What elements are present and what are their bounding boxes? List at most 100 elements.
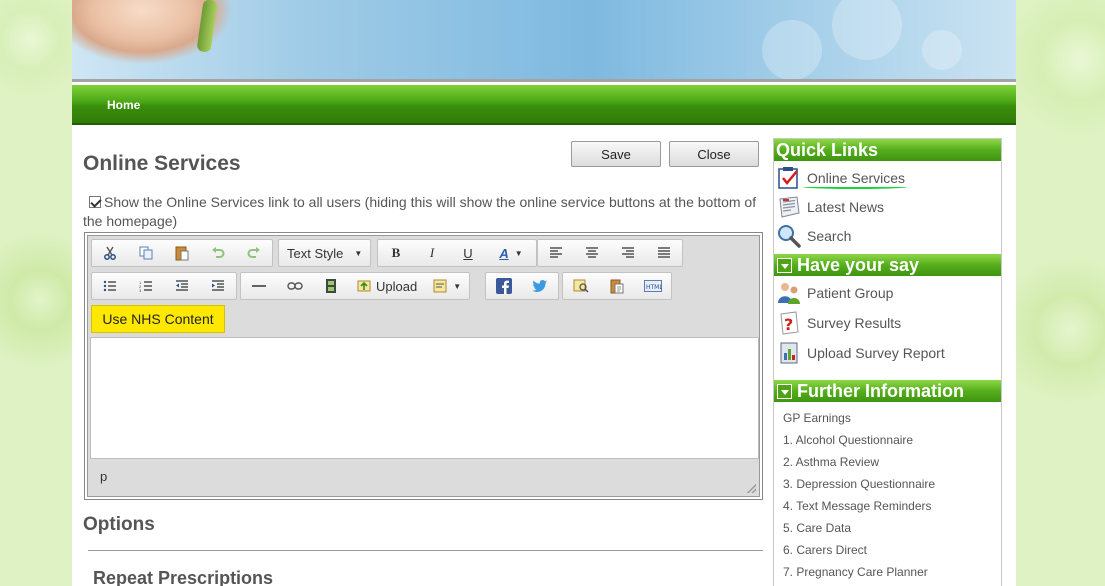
paste-from-word-button[interactable]: [599, 273, 635, 299]
banner-photo: [72, 0, 242, 70]
further-info-link[interactable]: 2. Asthma Review: [783, 455, 879, 469]
further-info-link[interactable]: GP Earnings: [783, 411, 851, 425]
html-source-button[interactable]: HTML: [635, 273, 671, 299]
clipboard-group: [91, 239, 273, 267]
further-info-link[interactable]: 7. Pregnancy Care Planner: [783, 565, 928, 579]
editor-content-area[interactable]: [90, 337, 759, 459]
bold-button[interactable]: B: [378, 240, 414, 266]
facebook-button[interactable]: [486, 273, 522, 299]
upload-button[interactable]: Upload: [349, 273, 425, 299]
redo-icon: [247, 247, 260, 258]
scissors-icon: [104, 246, 116, 260]
newspaper-icon: [777, 195, 801, 219]
paste-button[interactable]: [164, 240, 200, 266]
align-left-icon: [550, 247, 562, 258]
upload-image-icon: [357, 280, 371, 292]
tools-group: HTML: [562, 272, 672, 300]
main-nav-bar: Home: [72, 85, 1016, 125]
further-info-link[interactable]: 5. Care Data: [783, 521, 851, 535]
underline-button[interactable]: U: [450, 240, 486, 266]
font-color-dropdown[interactable]: A: [486, 240, 536, 266]
copy-button[interactable]: [128, 240, 164, 266]
page-title: Online Services: [83, 152, 241, 175]
twitter-button[interactable]: [522, 273, 558, 299]
use-nhs-content-button[interactable]: Use NHS Content: [91, 305, 225, 333]
numbered-list-icon: 123: [139, 280, 152, 292]
redo-button[interactable]: [236, 240, 272, 266]
italic-button[interactable]: I: [414, 240, 450, 266]
quick-links-header: Quick Links: [774, 139, 1001, 161]
text-style-group: Text Style: [278, 239, 372, 267]
nav-home-link[interactable]: Home: [107, 98, 140, 112]
align-center-button[interactable]: [574, 240, 610, 266]
outdent-icon: [176, 280, 188, 291]
html-icon: HTML: [644, 280, 662, 292]
insert-video-button[interactable]: [313, 273, 349, 299]
show-link-label: Show the Online Services link to all use…: [83, 194, 757, 229]
align-justify-icon: [658, 247, 670, 258]
checklist-icon: [777, 166, 801, 190]
rich-text-editor: Text Style B I U A: [84, 232, 763, 500]
align-left-button[interactable]: [538, 240, 574, 266]
undo-button[interactable]: [200, 240, 236, 266]
indent-icon: [212, 280, 224, 291]
align-justify-button[interactable]: [646, 240, 682, 266]
further-info-link[interactable]: 3. Depression Questionnaire: [783, 477, 935, 491]
question-icon: ?: [777, 311, 801, 335]
sidebar-item-upload-survey-report[interactable]: Upload Survey Report: [777, 340, 945, 366]
people-icon: [777, 281, 801, 305]
find-replace-button[interactable]: [563, 273, 599, 299]
editor-resize-handle[interactable]: [747, 484, 756, 493]
further-info-link[interactable]: 4. Text Message Reminders: [783, 499, 932, 513]
align-right-icon: [622, 247, 634, 258]
repeat-prescriptions-heading: Repeat Prescriptions: [93, 568, 274, 586]
link-icon: [287, 282, 303, 290]
link-button[interactable]: [277, 273, 313, 299]
sidebar-item-patient-group[interactable]: Patient Group: [777, 280, 893, 306]
further-information-header[interactable]: Further Information: [774, 380, 1001, 402]
bulleted-list-button[interactable]: [92, 273, 128, 299]
page-container: Home Online Services Save Close Show the…: [72, 0, 1016, 586]
template-icon: [433, 279, 447, 293]
header-banner: [72, 0, 1016, 82]
formatting-group: B I U A: [377, 239, 537, 267]
film-icon: [326, 279, 336, 293]
alignment-group: [537, 239, 683, 267]
outdent-button[interactable]: [164, 273, 200, 299]
insert-group: Upload: [240, 272, 471, 300]
close-button[interactable]: Close: [669, 141, 759, 167]
options-heading: Options: [83, 514, 155, 535]
further-info-link[interactable]: 1. Alcohol Questionnaire: [783, 433, 913, 447]
sidebar-item-survey-results[interactable]: ? Survey Results: [777, 310, 901, 336]
cut-button[interactable]: [92, 240, 128, 266]
have-your-say-header[interactable]: Have your say: [774, 254, 1001, 276]
horizontal-rule-button[interactable]: [241, 273, 277, 299]
editor-element-path[interactable]: p: [100, 469, 107, 484]
sidebar-item-latest-news[interactable]: Latest News: [777, 194, 884, 220]
insert-template-dropdown[interactable]: [425, 273, 469, 299]
report-icon: [777, 341, 801, 365]
show-link-checkbox[interactable]: [89, 196, 101, 208]
facebook-icon: [496, 278, 512, 294]
list-group: 123: [91, 272, 237, 300]
social-group: [485, 272, 559, 300]
numbered-list-button[interactable]: 123: [128, 273, 164, 299]
align-right-button[interactable]: [610, 240, 646, 266]
show-link-option: Show the Online Services link to all use…: [83, 193, 763, 231]
copy-icon: [139, 246, 153, 260]
text-style-dropdown[interactable]: Text Style: [279, 240, 370, 266]
collapse-toggle-icon[interactable]: [777, 383, 792, 399]
svg-text:?: ?: [784, 315, 793, 334]
indent-button[interactable]: [200, 273, 236, 299]
sidebar-item-search[interactable]: Search: [777, 223, 851, 249]
paste-icon: [175, 246, 189, 261]
section-divider: [88, 550, 763, 551]
horizontal-rule-icon: [252, 285, 266, 287]
collapse-toggle-icon[interactable]: [777, 257, 792, 273]
paste-word-icon: [610, 279, 624, 294]
save-button[interactable]: Save: [571, 141, 661, 167]
sidebar: Quick Links Online Services Latest News …: [773, 138, 1002, 586]
highlight-underline: [803, 185, 907, 189]
further-info-link[interactable]: 6. Carers Direct: [783, 543, 867, 557]
svg-text:3: 3: [139, 288, 142, 292]
